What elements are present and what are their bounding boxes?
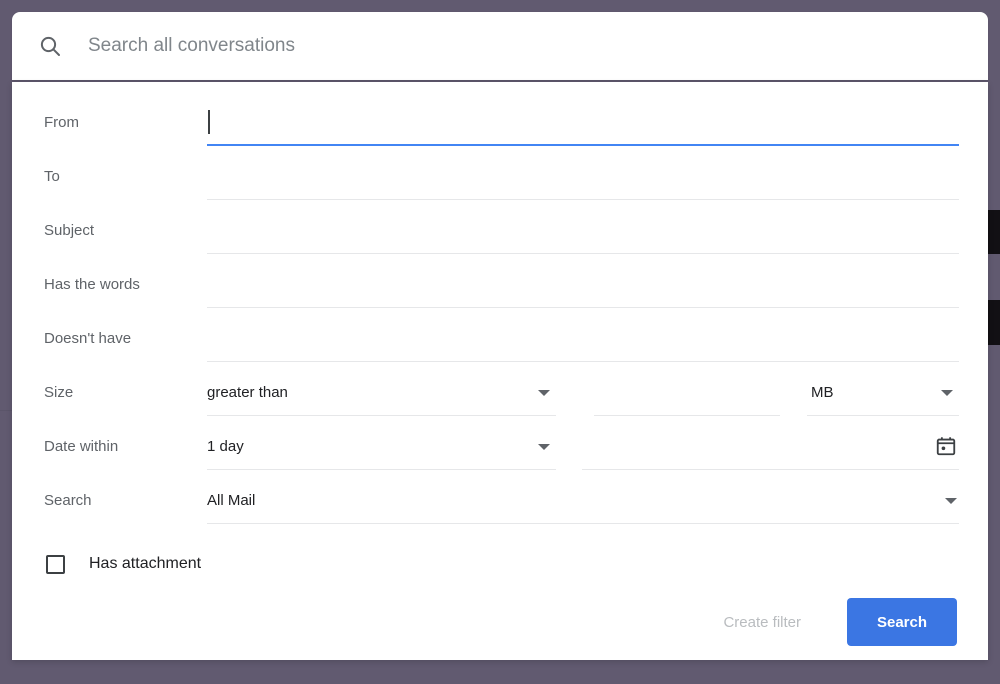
chevron-down-icon bbox=[538, 444, 550, 450]
has-attachment-label: Has attachment bbox=[89, 555, 201, 573]
size-comparator-value: greater than bbox=[207, 372, 288, 414]
field-row-doesnt-have: Doesn't have bbox=[12, 312, 988, 366]
has-attachment-checkbox[interactable] bbox=[46, 555, 65, 574]
field-row-from: From bbox=[12, 96, 988, 150]
field-row-has-the-words: Has the words bbox=[12, 258, 988, 312]
chevron-down-icon bbox=[941, 390, 953, 396]
field-row-date-within: Date within 1 day bbox=[12, 420, 988, 474]
field-input-wrap-has-the-words[interactable] bbox=[207, 264, 959, 308]
field-label-subject: Subject bbox=[44, 204, 94, 258]
date-within-select[interactable]: 1 day bbox=[207, 426, 556, 470]
has-attachment-row[interactable]: Has attachment bbox=[12, 544, 988, 584]
field-input-wrap-subject[interactable] bbox=[207, 210, 959, 254]
size-amount-input-wrap[interactable] bbox=[594, 372, 780, 416]
field-label-date-within: Date within bbox=[44, 420, 118, 474]
search-icon bbox=[38, 34, 62, 58]
field-input-to[interactable] bbox=[207, 156, 959, 198]
chevron-down-icon bbox=[945, 498, 957, 504]
size-unit-select[interactable]: MB bbox=[807, 372, 959, 416]
date-input-wrap[interactable] bbox=[582, 426, 959, 470]
field-input-has-the-words[interactable] bbox=[207, 264, 959, 306]
create-filter-button[interactable]: Create filter bbox=[709, 604, 815, 641]
action-bar: Create filter Search bbox=[709, 598, 957, 646]
calendar-icon[interactable] bbox=[935, 435, 957, 457]
date-within-value: 1 day bbox=[207, 426, 244, 468]
advanced-search-panel: From To Subject Has the words Doesn't ha… bbox=[12, 82, 988, 660]
field-input-wrap-to[interactable] bbox=[207, 156, 959, 200]
field-row-search-scope: Search All Mail bbox=[12, 474, 988, 528]
field-row-size: Size greater than MB bbox=[12, 366, 988, 420]
field-row-to: To bbox=[12, 150, 988, 204]
size-comparator-select[interactable]: greater than bbox=[207, 372, 556, 416]
field-input-subject[interactable] bbox=[207, 210, 959, 252]
field-label-to: To bbox=[44, 150, 60, 204]
search-scope-value: All Mail bbox=[207, 480, 255, 522]
field-input-from[interactable] bbox=[207, 102, 959, 144]
field-row-subject: Subject bbox=[12, 204, 988, 258]
field-input-wrap-from[interactable] bbox=[207, 102, 959, 146]
field-label-doesnt-have: Doesn't have bbox=[44, 312, 131, 366]
field-label-from: From bbox=[44, 96, 79, 150]
field-label-search-scope: Search bbox=[44, 474, 92, 528]
search-bar[interactable] bbox=[12, 12, 988, 80]
size-amount-input[interactable] bbox=[594, 372, 780, 414]
field-label-has-the-words: Has the words bbox=[44, 258, 140, 312]
size-unit-value: MB bbox=[811, 372, 834, 414]
chevron-down-icon bbox=[538, 390, 550, 396]
search-button[interactable]: Search bbox=[847, 598, 957, 646]
field-input-wrap-doesnt-have[interactable] bbox=[207, 318, 959, 362]
backdrop-seam bbox=[0, 410, 12, 411]
search-input[interactable] bbox=[88, 31, 988, 61]
backdrop-notch-upper bbox=[988, 210, 1000, 254]
backdrop-notch-lower bbox=[988, 300, 1000, 345]
field-input-doesnt-have[interactable] bbox=[207, 318, 959, 360]
search-scope-select[interactable]: All Mail bbox=[207, 480, 959, 524]
date-input[interactable] bbox=[582, 426, 912, 468]
field-label-size: Size bbox=[44, 366, 73, 420]
